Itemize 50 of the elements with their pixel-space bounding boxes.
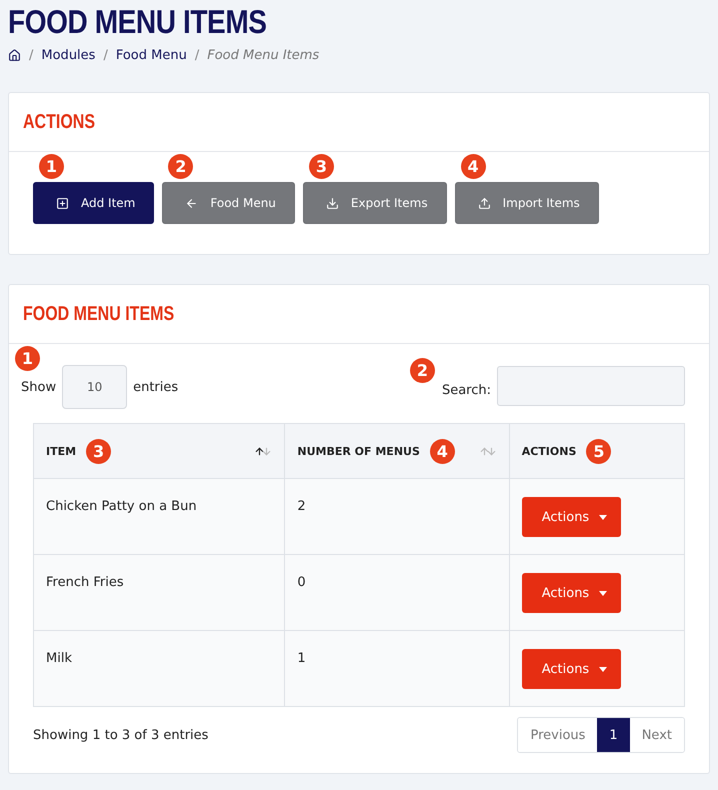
column-header[interactable]: NUMBER OF MENUS (297, 444, 420, 458)
table-cell: 2 (284, 478, 510, 554)
page-title: FOOD MENU ITEMS (8, 2, 267, 40)
number-badge: 1 (15, 346, 40, 371)
upload-icon (478, 196, 491, 210)
number-badge: 4 (460, 154, 486, 179)
action-button[interactable]: Add Item (33, 182, 154, 224)
caret-icon (599, 590, 608, 596)
search-label: Search: (442, 383, 491, 398)
card-title: ACTIONS (23, 110, 95, 134)
breadcrumb-separator: / (29, 48, 34, 62)
number-badge: 5 (586, 438, 612, 464)
sort-icon[interactable] (254, 446, 272, 456)
search-field[interactable] (497, 366, 685, 406)
plus-square-icon (56, 196, 69, 210)
table-cell: French Fries (34, 554, 285, 630)
breadcrumb-current: Food Menu Items (207, 48, 320, 62)
action-button[interactable]: Import Items (454, 182, 599, 224)
actions-dropdown-button[interactable]: Actions (522, 497, 622, 537)
number-badge: 4 (430, 438, 455, 464)
number-badge: 3 (86, 438, 112, 464)
number-badge: 2 (168, 154, 194, 179)
breadcrumb-link[interactable]: Food Menu (116, 48, 187, 62)
table-cell: Milk (34, 630, 285, 706)
number-badge: 2 (410, 358, 435, 383)
table-cell: 0 (284, 554, 510, 630)
download-icon (326, 196, 339, 210)
card-title: FOOD MENU ITEMS (23, 302, 174, 326)
table-info: Showing 1 to 3 of 3 entries (33, 728, 208, 742)
caret-icon (599, 666, 608, 672)
entries-label: entries (133, 380, 178, 394)
column-header[interactable]: ITEM (46, 444, 76, 458)
arrow-left-icon (185, 196, 198, 210)
table-cell: 1 (284, 630, 510, 706)
show-label: Show (21, 380, 56, 394)
action-button[interactable]: Food Menu (162, 182, 295, 224)
caret-icon (599, 514, 608, 520)
actions-dropdown-button[interactable]: Actions (522, 573, 622, 613)
table-cell: Chicken Patty on a Bun (34, 478, 285, 554)
pagination-button[interactable]: 1 (597, 718, 630, 752)
number-badge: 3 (308, 154, 334, 179)
column-header[interactable]: ACTIONS (522, 444, 576, 458)
entries-select[interactable]: 10 (62, 365, 128, 409)
action-button[interactable]: Export Items (302, 182, 447, 224)
breadcrumb-link[interactable]: Modules (41, 48, 96, 62)
actions-dropdown-button[interactable]: Actions (522, 649, 622, 689)
home-icon[interactable] (8, 48, 21, 62)
number-badge: 1 (39, 154, 64, 179)
breadcrumb-separator: / (194, 48, 200, 62)
breadcrumb-separator: / (103, 48, 108, 62)
